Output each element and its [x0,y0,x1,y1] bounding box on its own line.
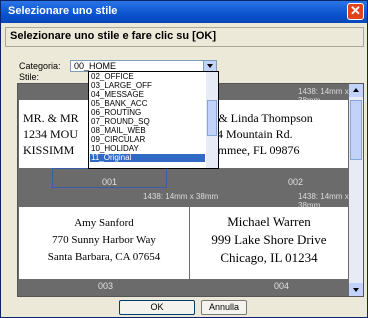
scroll-down-icon[interactable] [349,283,363,296]
close-icon: ✕ [350,3,361,18]
category-option-selected[interactable]: 11_Original [90,154,205,162]
style-number: 003 [98,281,114,291]
style-card-002[interactable]: ve & Linda Thompson 234 Mountain Rd. ssi… [204,100,348,168]
category-option[interactable]: 03_LARGE_OFF [90,82,205,90]
dropdown-scrollbar[interactable] [206,72,218,168]
cancel-button[interactable]: Annulla [201,300,247,315]
category-label: Categoria: [19,61,61,71]
style-number: 002 [288,177,304,187]
category-dropdown-list: 02_OFFICE 03_LARGE_OFF 04_MESSAGE 05_BAN… [88,71,219,169]
category-option[interactable]: 06_ROUTING [90,109,205,117]
category-option[interactable]: 07_ROUND_SQ [90,118,205,126]
size-label: 1438: 14mm x 38mm [143,192,219,201]
style-number: 004 [274,281,290,291]
instruction-header: Selezionare uno stile e fare clic su [OK… [5,27,364,47]
category-option[interactable]: 08_MAIL_WEB [90,127,205,135]
chevron-down-icon[interactable] [203,61,216,71]
category-option[interactable]: 02_OFFICE [90,73,205,81]
close-button[interactable]: ✕ [347,3,364,20]
window-title: Selezionare uno stile [8,5,118,17]
scroll-thumb[interactable] [350,100,362,160]
category-option[interactable]: 05_BANK_ACC [90,100,205,108]
style-dialog: Selezionare uno stile ✕ Selezionare uno … [0,0,368,318]
ok-button[interactable]: OK [119,300,195,315]
category-option[interactable]: 10_HOLIDAY [90,145,205,153]
dropdown-scroll-thumb[interactable] [207,100,217,136]
category-option[interactable]: 09_CIRCULAR [90,136,205,144]
gallery-scrollbar[interactable] [349,84,363,296]
style-card-004[interactable]: Michael Warren 999 Lake Shore Drive Chic… [190,207,348,279]
category-value: 00_HOME [74,61,117,71]
style-number: 001 [102,177,118,187]
style-label: Stile: [19,72,40,82]
title-bar: Selezionare uno stile ✕ [1,1,367,23]
category-option[interactable]: 04_MESSAGE [90,91,205,99]
instruction-text: Selezionare uno stile e fare clic su [OK… [10,30,217,42]
scroll-up-icon[interactable] [349,84,363,97]
style-card-003[interactable]: Amy Sanford 770 Sunny Harbor Way Santa B… [19,207,189,279]
